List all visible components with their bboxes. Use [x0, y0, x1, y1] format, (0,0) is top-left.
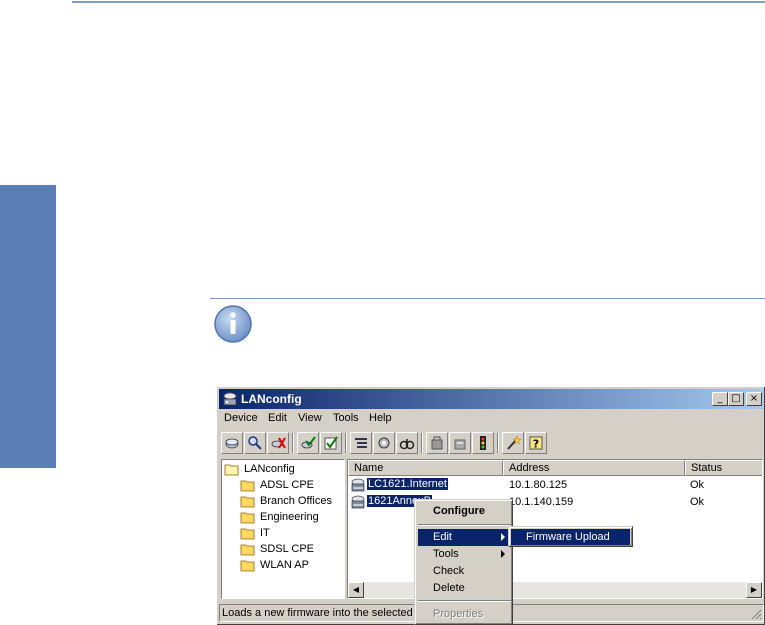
- context-menu: Configure Edit Tools Check Delete Proper…: [414, 499, 513, 625]
- monitor-icon[interactable]: [396, 432, 418, 454]
- tree-label: ADSL CPE: [260, 479, 315, 491]
- menu-device[interactable]: Device: [224, 412, 258, 424]
- scroll-left-icon[interactable]: ◀: [348, 582, 364, 598]
- tree-label: SDSL CPE: [260, 543, 315, 555]
- resize-grip-icon[interactable]: [750, 608, 762, 620]
- help-icon[interactable]: ?: [525, 432, 547, 454]
- router-device-icon: [351, 495, 365, 509]
- menu-separator: [418, 524, 511, 526]
- folder-icon: [240, 496, 255, 508]
- device-address: 10.1.140.159: [509, 496, 574, 508]
- router-device-icon: [351, 478, 365, 492]
- menu-tools[interactable]: Tools: [333, 412, 359, 424]
- submenu-arrow-icon: [501, 550, 505, 558]
- window-title: LANconfig: [241, 392, 302, 406]
- delete-icon[interactable]: [267, 432, 289, 454]
- menu-item-edit[interactable]: Edit: [418, 529, 511, 546]
- menu-item-label: Edit: [433, 531, 452, 543]
- info-icon: [214, 305, 252, 343]
- title-bar[interactable]: LANconfig _ □ ×: [219, 389, 764, 409]
- folder-icon: [240, 480, 255, 492]
- submenu-arrow-icon: [501, 533, 505, 541]
- svg-text:?: ?: [533, 438, 539, 451]
- device-address: 10.1.80.125: [509, 479, 568, 491]
- menu-help[interactable]: Help: [369, 412, 392, 424]
- list-view-icon[interactable]: [350, 432, 372, 454]
- tree-label: IT: [260, 527, 270, 539]
- menu-item-firmware-upload[interactable]: Firmware Upload: [511, 529, 630, 545]
- check-all-icon[interactable]: [320, 432, 342, 454]
- menu-edit[interactable]: Edit: [268, 412, 287, 424]
- column-header-name[interactable]: Name: [348, 460, 503, 476]
- folder-tree[interactable]: LANconfig ADSL CPE Branch Offices Engine…: [221, 459, 345, 599]
- check-icon[interactable]: [297, 432, 319, 454]
- scroll-right-icon[interactable]: ▶: [746, 582, 762, 598]
- tree-label: Branch Offices: [260, 495, 332, 507]
- device-status: Ok: [690, 496, 705, 508]
- open-folder-icon: [224, 464, 239, 476]
- menu-item-check[interactable]: Check: [418, 563, 511, 580]
- traffic-icon[interactable]: [472, 432, 494, 454]
- folder-icon: [240, 544, 255, 556]
- menu-item-configure[interactable]: Configure: [418, 503, 511, 520]
- lanconfig-app-icon: [223, 392, 237, 406]
- page-side-tab: [0, 185, 56, 468]
- configure-icon[interactable]: [373, 432, 395, 454]
- maximize-button[interactable]: □: [728, 392, 744, 406]
- table-row[interactable]: 1621AnnexB 10.1.140.159 Ok: [348, 494, 762, 511]
- horizontal-scrollbar[interactable]: ◀ ▶: [348, 582, 762, 598]
- menu-item-properties: Properties: [433, 608, 484, 620]
- column-header-address[interactable]: Address: [503, 460, 685, 476]
- device-status: Ok: [690, 479, 705, 491]
- folder-icon: [240, 528, 255, 540]
- page-top-rule: [72, 1, 765, 3]
- upload-icon[interactable]: [426, 432, 448, 454]
- wizard-icon[interactable]: [502, 432, 524, 454]
- folder-icon: [240, 560, 255, 572]
- tree-label: WLAN AP: [260, 559, 309, 571]
- device-name: LC1621.Internet: [367, 478, 448, 490]
- close-button[interactable]: ×: [746, 392, 762, 406]
- tree-label: LANconfig: [244, 463, 295, 475]
- menu-item-delete[interactable]: Delete: [418, 580, 511, 597]
- folder-icon: [240, 512, 255, 524]
- menu-item-label: Tools: [433, 548, 459, 560]
- menu-view[interactable]: View: [298, 412, 322, 424]
- column-header-status[interactable]: Status: [685, 460, 762, 476]
- menu-item-tools[interactable]: Tools: [418, 546, 511, 563]
- status-text: Loads a new firmware into the selected d: [222, 607, 422, 619]
- edit-submenu: Firmware Upload: [508, 526, 633, 547]
- minimize-button[interactable]: _: [712, 392, 728, 406]
- search-device-icon[interactable]: [244, 432, 266, 454]
- tree-label: Engineering: [260, 511, 319, 523]
- download-icon[interactable]: [449, 432, 471, 454]
- menu-separator: [418, 600, 511, 602]
- toolbar: ?: [219, 429, 764, 457]
- info-rule: [210, 298, 765, 299]
- device-new-icon[interactable]: [221, 432, 243, 454]
- table-row[interactable]: LC1621.Internet 10.1.80.125 Ok: [348, 477, 762, 494]
